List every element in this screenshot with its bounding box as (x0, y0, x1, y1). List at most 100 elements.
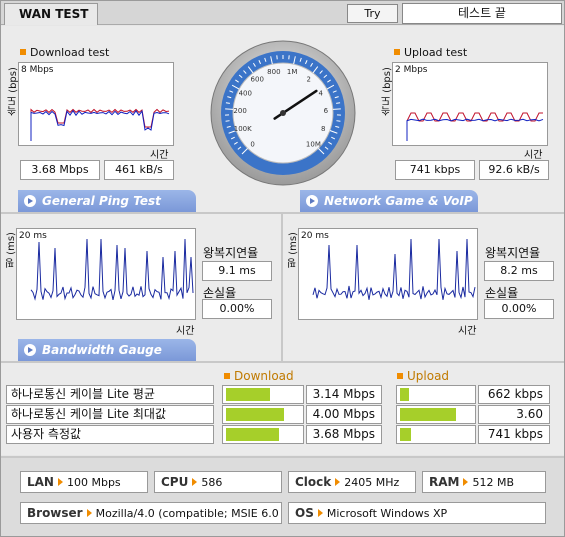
download-bar-fill (226, 428, 280, 441)
download-graph (30, 108, 170, 141)
gauge-label: 4 (319, 89, 324, 97)
ram-info: RAM 512 MB (422, 471, 546, 493)
arrow-right-icon (463, 478, 469, 486)
voip-loss-value: 0.00% (484, 299, 554, 319)
voip-x-axis-label: 시간 (458, 326, 477, 337)
bandwidth-row-label: 하나로통신 케이블 Lite 최대값 (6, 405, 214, 424)
gauge-hub (280, 110, 286, 116)
bullet-icon (20, 49, 26, 55)
gauge-label: 400 (239, 89, 252, 97)
bullet-icon (224, 373, 230, 379)
arrow-right-icon (192, 478, 198, 486)
system-info-panel (1, 458, 564, 536)
upload-chart: 2 Mbps (392, 62, 548, 146)
gauge-tick (332, 108, 341, 110)
os-info: OS Microsoft Windows XP (288, 502, 546, 524)
upload-bar (396, 385, 476, 404)
clock-info: Clock 2405 MHz (288, 471, 416, 493)
ping-x-axis-label: 시간 (176, 326, 195, 337)
bandwidth-row-label: 하나로통신 케이블 Lite 평균 (6, 385, 214, 404)
bandwidth-row-label: 사용자 측정값 (6, 425, 214, 444)
gauge-label: 10M (306, 140, 321, 148)
game-voip-chart: 20 ms (298, 228, 478, 320)
download-value: 4.00 Mbps (306, 405, 382, 424)
rtt-label: 왕복지연율 (203, 246, 259, 260)
upload-bar-fill (400, 428, 411, 441)
download-bar (222, 385, 304, 404)
browser-info: Browser Mozilla/4.0 (compatible; MSIE 6.0 (20, 502, 282, 524)
bandwidth-download-header: Download (224, 369, 294, 383)
upload-value: 3.60 Mbps (478, 405, 550, 438)
bullet-icon (397, 373, 403, 379)
cpu-info: CPU 586 (154, 471, 282, 493)
gauge-label: 8 (321, 125, 325, 133)
voip-rtt-value: 8.2 ms (484, 261, 554, 281)
download-bar (222, 405, 304, 424)
download-value: 3.14 Mbps (306, 385, 382, 404)
general-ping-series (30, 238, 194, 301)
arrow-right-icon (86, 509, 92, 517)
rtt-value: 9.1 ms (202, 261, 272, 281)
upload-series-red (406, 112, 543, 141)
arrow-icon (24, 344, 36, 356)
arrow-icon (306, 195, 318, 207)
try-again-button[interactable]: Try again (347, 4, 398, 37)
gauge-label: 800 (267, 68, 280, 76)
general-ping-header: General Ping Test (18, 190, 196, 212)
bandwidth-gauge-header: Bandwidth Gauge (18, 339, 196, 361)
upload-bar (396, 405, 476, 424)
gauge-tick (225, 108, 234, 110)
general-ping-chart: 20 ms (16, 228, 196, 320)
download-series-blue (30, 109, 170, 141)
arrow-right-icon (57, 478, 63, 486)
gauge-label: 600 (251, 76, 264, 84)
general-ping-graph (30, 238, 194, 301)
bandwidth-upload-header: Upload (397, 369, 449, 383)
game-voip-graph (312, 238, 476, 300)
arrow-right-icon (317, 509, 323, 517)
divider-vertical (281, 214, 283, 362)
gauge-tick (225, 120, 230, 122)
upload-bar-fill (400, 408, 457, 421)
speed-gauge: 0 100K 200 400 600800 1M 24 6 810M (210, 40, 356, 186)
download-bar-fill (226, 408, 284, 421)
arrow-right-icon (335, 478, 341, 486)
download-series-red (30, 108, 170, 141)
download-bar (222, 425, 304, 444)
upload-speed-bytes: 92.6 kB/s (479, 160, 549, 180)
game-voip-series (312, 238, 476, 300)
upload-bar (396, 425, 476, 444)
upload-value: 662 kbps (478, 385, 550, 404)
gauge-tick (336, 102, 341, 104)
loss-value: 0.00% (202, 299, 272, 319)
download-speed-bps: 3.68 Mbps (20, 160, 100, 180)
upload-x-axis-label: 시간 (524, 150, 543, 161)
lan-info: LAN 100 Mbps (20, 471, 148, 493)
download-x-axis-label: 시간 (150, 150, 169, 161)
game-voip-header: Network Game & VoIP Test (300, 190, 478, 230)
upload-test-title: Upload test (394, 46, 467, 59)
upload-series-blue (406, 118, 544, 141)
gauge-tick (336, 120, 341, 122)
download-test-title: Download test (20, 46, 109, 59)
gauge-label: 2 (307, 76, 311, 84)
gauge-tick (225, 102, 230, 104)
upload-bar-fill (400, 388, 409, 401)
arrow-icon (24, 195, 36, 207)
download-bar-fill (226, 388, 271, 401)
upload-value: 741 kbps (478, 425, 550, 444)
gauge-label: 100K (234, 125, 252, 133)
upload-speed-bps: 741 kbps (395, 160, 475, 180)
download-chart: 8 Mbps (18, 62, 174, 146)
status-display: 테스트 끝 (402, 3, 562, 24)
upload-graph (406, 112, 544, 141)
gauge-label: 0 (250, 140, 254, 148)
voip-rtt-label: 왕복지연율 (485, 246, 541, 260)
gauge-label: 200 (233, 107, 246, 115)
download-value: 3.68 Mbps (306, 425, 382, 444)
bullet-icon (394, 49, 400, 55)
download-speed-bytes: 461 kB/s (104, 160, 174, 180)
gauge-label: 6 (324, 107, 329, 115)
tab-wan-test[interactable]: WAN TEST (4, 3, 98, 25)
gauge-label: 1M (287, 68, 298, 76)
